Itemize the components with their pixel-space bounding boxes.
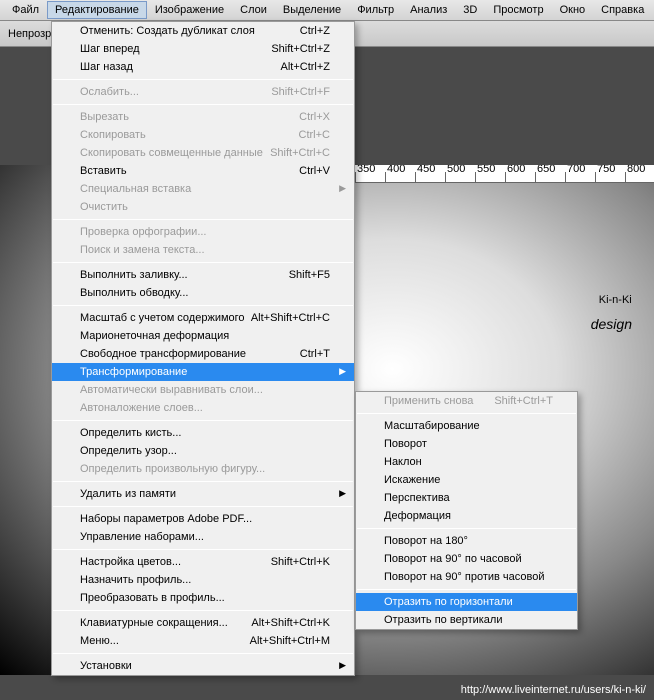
separator — [357, 413, 576, 414]
submenu-arrow-icon: ▶ — [339, 183, 346, 194]
menu-item[interactable]: Искажение — [356, 471, 577, 489]
credit-url: http://www.liveinternet.ru/users/ki-n-ki… — [461, 684, 646, 696]
menu-item: Проверка орфографии... — [52, 223, 354, 241]
separator — [53, 549, 353, 550]
submenu-arrow-icon: ▶ — [339, 660, 346, 671]
menu-item[interactable]: Свободное трансформированиеCtrl+T — [52, 345, 354, 363]
menu-выделение[interactable]: Выделение — [275, 1, 349, 19]
menu-item[interactable]: Поворот на 180° — [356, 532, 577, 550]
menu-item[interactable]: Деформация — [356, 507, 577, 525]
menu-анализ[interactable]: Анализ — [402, 1, 455, 19]
menu-item[interactable]: Меню...Alt+Shift+Ctrl+M — [52, 632, 354, 650]
menu-item[interactable]: Масштаб с учетом содержимогоAlt+Shift+Ct… — [52, 309, 354, 327]
menu-item[interactable]: Клавиатурные сокращения...Alt+Shift+Ctrl… — [52, 614, 354, 632]
menu-item: СкопироватьCtrl+C — [52, 126, 354, 144]
menu-item[interactable]: Масштабирование — [356, 417, 577, 435]
submenu-arrow-icon: ▶ — [339, 366, 346, 377]
menu-просмотр[interactable]: Просмотр — [485, 1, 551, 19]
menu-item: Поиск и замена текста... — [52, 241, 354, 259]
menu-item[interactable]: Определить кисть... — [52, 424, 354, 442]
menu-item[interactable]: Перспектива — [356, 489, 577, 507]
menu-item[interactable]: Удалить из памяти▶ — [52, 485, 354, 503]
menu-файл[interactable]: Файл — [4, 1, 47, 19]
menu-item: ВырезатьCtrl+X — [52, 108, 354, 126]
menu-item[interactable]: Настройка цветов...Shift+Ctrl+K — [52, 553, 354, 571]
separator — [53, 653, 353, 654]
separator — [53, 481, 353, 482]
menu-справка[interactable]: Справка — [593, 1, 652, 19]
menu-3d[interactable]: 3D — [455, 1, 485, 19]
menu-item[interactable]: Отразить по горизонтали — [356, 593, 577, 611]
menu-item: Очистить — [52, 198, 354, 216]
submenu-arrow-icon: ▶ — [339, 488, 346, 499]
menu-item: Ослабить...Shift+Ctrl+F — [52, 83, 354, 101]
watermark-logo: Ki-n-Ki design — [599, 280, 640, 340]
menu-item[interactable]: ВставитьCtrl+V — [52, 162, 354, 180]
menu-item[interactable]: Шаг впередShift+Ctrl+Z — [52, 40, 354, 58]
menu-item[interactable]: Наборы параметров Adobe PDF... — [52, 510, 354, 528]
menu-изображение[interactable]: Изображение — [147, 1, 232, 19]
menu-окно[interactable]: Окно — [552, 1, 594, 19]
menu-item[interactable]: Отменить: Создать дубликат слояCtrl+Z — [52, 22, 354, 40]
menu-item[interactable]: Шаг назадAlt+Ctrl+Z — [52, 58, 354, 76]
menu-item[interactable]: Наклон — [356, 453, 577, 471]
menu-item: Автоналожение слоев... — [52, 399, 354, 417]
menu-item[interactable]: Управление наборами... — [52, 528, 354, 546]
menu-item[interactable]: Выполнить обводку... — [52, 284, 354, 302]
menu-item: Автоматически выравнивать слои... — [52, 381, 354, 399]
separator — [53, 104, 353, 105]
separator — [357, 589, 576, 590]
separator — [53, 262, 353, 263]
menu-item: Скопировать совмещенные данныеShift+Ctrl… — [52, 144, 354, 162]
separator — [53, 79, 353, 80]
menu-слои[interactable]: Слои — [232, 1, 275, 19]
menu-item[interactable]: Назначить профиль... — [52, 571, 354, 589]
menu-фильтр[interactable]: Фильтр — [349, 1, 402, 19]
separator — [53, 305, 353, 306]
menu-item[interactable]: Преобразовать в профиль... — [52, 589, 354, 607]
menubar: ФайлРедактированиеИзображениеСлоиВыделен… — [0, 0, 654, 21]
separator — [53, 610, 353, 611]
separator — [53, 506, 353, 507]
separator — [357, 528, 576, 529]
menu-item[interactable]: Отразить по вертикали — [356, 611, 577, 629]
menu-item[interactable]: Выполнить заливку...Shift+F5 — [52, 266, 354, 284]
menu-item[interactable]: Трансформирование▶ — [52, 363, 354, 381]
menu-item: Специальная вставка▶ — [52, 180, 354, 198]
menu-item[interactable]: Марионеточная деформация — [52, 327, 354, 345]
menu-item: Определить произвольную фигуру... — [52, 460, 354, 478]
menu-item: Применить сноваShift+Ctrl+T — [356, 392, 577, 410]
menu-редактирование[interactable]: Редактирование — [47, 1, 147, 19]
ruler-horizontal: 350400450500550600650700750800 — [355, 165, 654, 183]
menu-item[interactable]: Поворот на 90° против часовой — [356, 568, 577, 586]
transform-submenu: Применить сноваShift+Ctrl+T Масштабирован… — [355, 391, 578, 630]
menu-item[interactable]: Поворот на 90° по часовой — [356, 550, 577, 568]
separator — [53, 420, 353, 421]
edit-menu-dropdown: Отменить: Создать дубликат слояCtrl+ZШаг… — [51, 21, 355, 676]
menu-item[interactable]: Поворот — [356, 435, 577, 453]
menu-item[interactable]: Определить узор... — [52, 442, 354, 460]
separator — [53, 219, 353, 220]
menu-item[interactable]: Установки▶ — [52, 657, 354, 675]
